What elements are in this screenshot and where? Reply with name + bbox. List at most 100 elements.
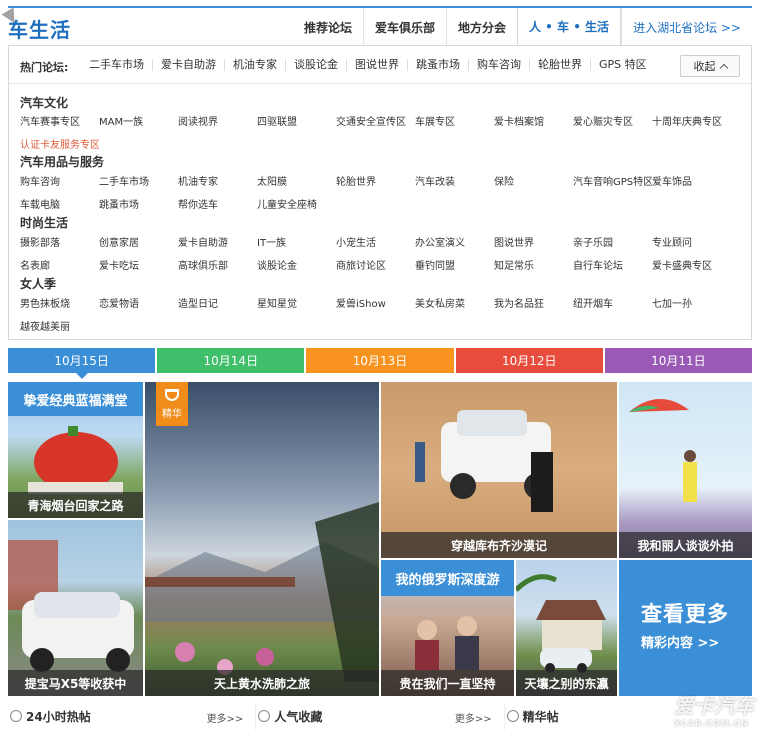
tile-bmw[interactable]: 提宝马X5等收获中 [8,520,143,696]
mountain-terrace-image [145,502,379,682]
tab-local-branch[interactable]: 地方分会 [445,8,517,46]
tile-caption: 青海烟台回家之路 [8,492,143,518]
hot-forum-link[interactable]: 购车咨询 [469,59,530,71]
forum-link[interactable]: 爱心赈灾专区 [573,113,652,128]
forum-link[interactable]: 阅读视界 [178,113,257,128]
tile-sky[interactable]: 精华 天上黄水洗肺之旅 [145,382,379,696]
hot-forum-link[interactable]: 爱卡自助游 [153,59,225,71]
forum-link[interactable]: 四驱联盟 [257,113,336,128]
date-tab[interactable]: 10月15日 [8,348,156,379]
tab-car-club[interactable]: 爱车俱乐部 [362,8,446,46]
forum-link[interactable]: 爱卡档案馆 [494,113,573,128]
forum-link[interactable]: 保险 [494,173,573,188]
trophy-icon [165,389,179,401]
header: 车生活 推荐论坛 爱车俱乐部 地方分会 人 • 车 • 生活 进入湖北省论坛 >… [1,7,752,46]
category-forum-list: 男色抹板烧 恋爱物语 造型日记 星知星觉 爱兽iShow 美女私房菜 我为名品狂 纽开烟车 七加… [20,295,731,333]
forum-link[interactable]: 知足常乐 [494,257,573,272]
forum-link[interactable]: 自行车论坛 [573,257,652,272]
forum-link[interactable]: 二手车市场 [99,173,178,188]
enter-forum-link[interactable]: 进入湖北省论坛 >> [621,8,752,46]
star-icon [506,710,519,722]
more-link[interactable]: 更多>> [455,710,492,725]
forum-link[interactable]: 七加一孙 [652,295,731,310]
forum-link[interactable]: 认证卡友服务专区 [20,136,99,151]
forum-link[interactable]: 爱卡吃坛 [99,257,178,272]
forum-link[interactable]: 图说世界 [494,234,573,249]
date-tab[interactable]: 10月13日 [306,348,454,373]
footer-tabs: 24小时热帖 更多>> 人气收藏 更多>> 精华帖 [8,703,752,730]
tile-caption: 贵在我们一直坚持 [381,670,514,696]
forum-link[interactable]: IT一族 [257,234,336,249]
forum-link[interactable]: MAM一族 [99,113,178,128]
tile-girl[interactable]: 我和丽人谈谈外拍 [619,382,752,558]
hot-forum-link[interactable]: 机油专家 [225,59,286,71]
forum-link[interactable]: 儿童安全座椅 [257,196,336,211]
forum-link[interactable]: 造型日记 [178,295,257,310]
forum-link[interactable]: 车载电脑 [20,196,99,211]
forum-link[interactable]: 汽车改装 [415,173,494,188]
forum-link[interactable]: 名表廊 [20,257,99,272]
collapse-label: 收起 [693,60,716,73]
hot-forum-link[interactable]: 跳蚤市场 [408,59,469,71]
more-link[interactable]: 更多>> [207,710,244,725]
forum-link[interactable]: 机油专家 [178,173,257,188]
date-tab[interactable]: 10月14日 [157,348,305,373]
hot-forum-link[interactable]: 图说世界 [347,59,408,71]
forum-link[interactable]: 亲子乐园 [573,234,652,249]
forum-link[interactable]: 纽开烟车 [573,295,652,310]
watermark-domain: XCAR.COM.CN [674,719,749,728]
forum-link[interactable]: 恋爱物语 [99,295,178,310]
tab-recommended[interactable]: 推荐论坛 [293,8,363,46]
forum-link[interactable]: 创意家居 [99,234,178,249]
forum-link[interactable]: 商旅讨论区 [336,257,415,272]
hot-forum-link[interactable]: GPS 特区 [591,59,655,71]
date-tab-label: 10月12日 [501,354,557,368]
forum-link[interactable]: 购车咨询 [20,173,99,188]
forum-link[interactable]: 垂钓同盟 [415,257,494,272]
forum-link[interactable]: 跳蚤市场 [99,196,178,211]
forum-link[interactable]: 男色抹板烧 [20,295,99,310]
chevron-up-icon [719,63,728,72]
forum-link[interactable]: 十周年庆典专区 [652,113,731,128]
date-tab[interactable]: 10月12日 [455,348,603,373]
forum-link[interactable]: 小宠生活 [336,234,415,249]
forum-link[interactable]: 专业顾问 [652,234,731,249]
tab-people-car-life[interactable]: 人 • 车 • 生活 [517,8,622,46]
header-tabs: 推荐论坛 爱车俱乐部 地方分会 人 • 车 • 生活 进入湖北省论坛 >> [293,8,752,46]
forum-link[interactable]: 越夜越美丽 [20,318,99,333]
forum-link[interactable]: 爱卡自助游 [178,234,257,249]
tile-house[interactable]: 天壤之别的东瀛 [516,560,617,696]
collapse-button[interactable]: 收起 [680,55,740,77]
forum-link[interactable]: 我为名品狂 [494,295,573,310]
forum-link[interactable]: 摄影部落 [20,234,99,249]
date-tab[interactable]: 10月11日 [604,348,753,373]
footer-title: 24小时热帖 [26,710,91,724]
hot-forum-link[interactable]: 轮胎世界 [530,59,591,71]
tile-caption: 我和丽人谈谈外拍 [619,532,752,558]
forum-link[interactable]: 办公室演义 [415,234,494,249]
hot-forum-link[interactable]: 谈股论金 [286,59,347,71]
forum-link[interactable]: 轮胎世界 [336,173,415,188]
forum-link[interactable]: 太阳膜 [257,173,336,188]
featured-badge-label: 精华 [162,409,182,420]
forum-link[interactable]: 爱车饰品 [652,173,731,188]
forum-link[interactable]: 帮你选车 [178,196,257,211]
view-more-tile[interactable]: 查看更多 精彩内容 >> [619,560,752,696]
forum-link[interactable]: 车展专区 [415,113,494,128]
view-more-subtitle: 精彩内容 >> [641,636,720,651]
tile-qinghai[interactable]: 挚爱经典蓝福满堂 青海烟台回家之路 [8,382,143,518]
tile-desert[interactable]: 穿越库布齐沙漠记 [381,382,617,558]
forum-link[interactable]: 爱兽iShow [336,295,415,310]
forum-link[interactable]: 高球俱乐部 [178,257,257,272]
forum-link[interactable]: 交通安全宣传区 [336,113,415,128]
promo-banner: 挚爱经典蓝福满堂 [8,382,143,416]
forum-link[interactable]: 汽车赛事专区 [20,113,99,128]
category-title: 汽车文化 [20,96,69,110]
forum-link[interactable]: 星知星觉 [257,295,336,310]
forum-link[interactable]: 谈股论金 [257,257,336,272]
forum-link[interactable]: 美女私房菜 [415,295,494,310]
hot-forum-link[interactable]: 二手车市场 [81,59,153,71]
tile-elders[interactable]: 我的俄罗斯深度游 贵在我们一直坚持 [381,560,514,696]
forum-link[interactable]: 汽车音响GPS特区 [573,173,652,188]
forum-link[interactable]: 爱卡盛典专区 [652,257,731,272]
